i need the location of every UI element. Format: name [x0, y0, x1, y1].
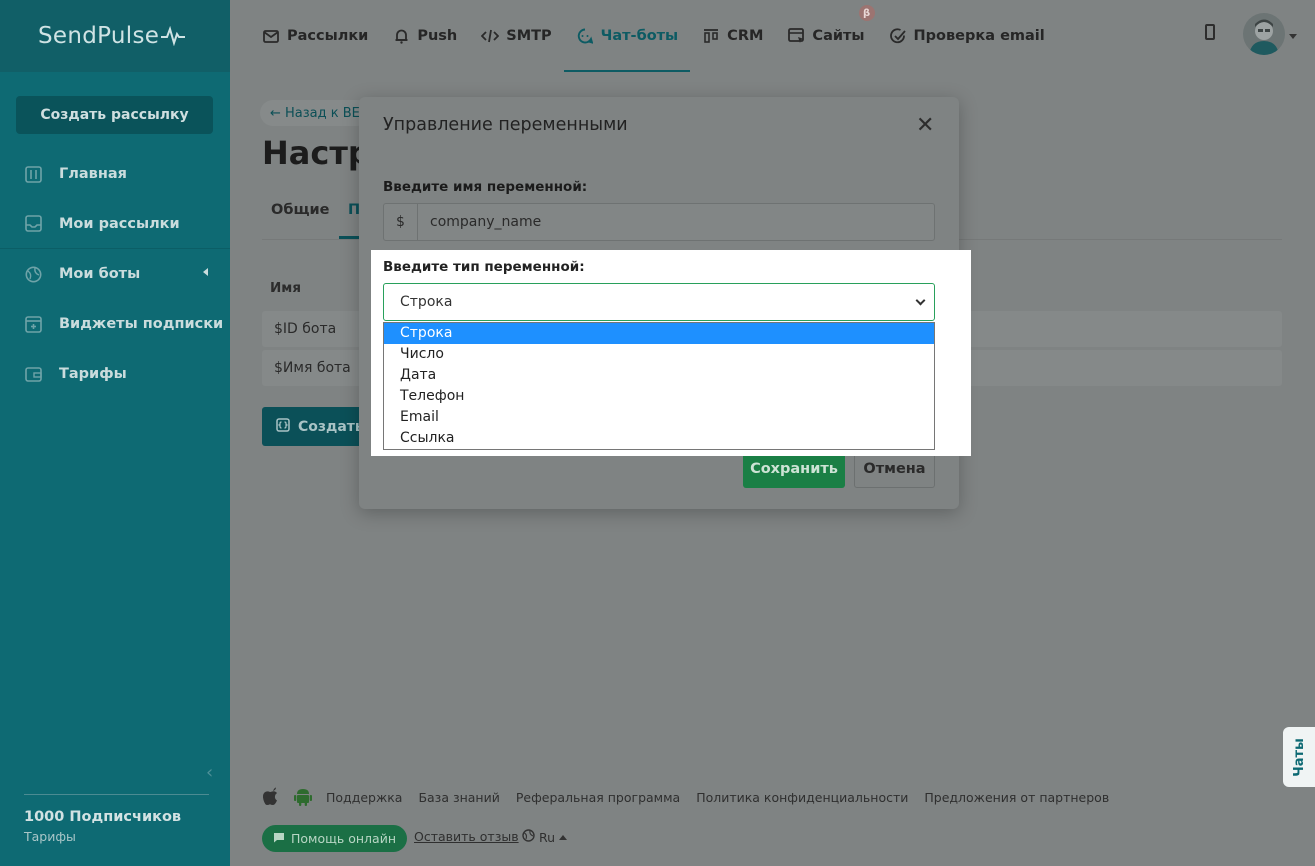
option-phone[interactable]: Телефон: [384, 386, 934, 407]
variable-type-section: Введите тип переменной: Строка Строка Чи…: [371, 250, 971, 456]
android-icon[interactable]: [294, 787, 312, 807]
language-label: Ru: [539, 829, 556, 845]
row-label: $Имя бота: [274, 360, 351, 376]
check-icon: [889, 27, 907, 45]
avatar[interactable]: [1243, 13, 1285, 55]
create-variable-label: Создать: [298, 418, 364, 435]
bell-icon: [392, 27, 410, 45]
variable-type-select[interactable]: Строка: [383, 283, 935, 321]
chevron-down-icon: [915, 295, 926, 306]
variable-name-value[interactable]: company_name: [418, 204, 541, 240]
footer-link-privacy[interactable]: Политика конфиденциальности: [696, 790, 908, 805]
topnav-label: Рассылки: [287, 28, 369, 44]
braces-icon: [276, 417, 290, 436]
top-navigation-bar: Рассылки Push SMTP Чат-боты CRM Сайты β …: [230, 0, 1315, 72]
logo-area: SendPulse: [0, 0, 230, 72]
topnav-sites[interactable]: Сайты β: [775, 0, 876, 72]
dollar-prefix: $: [384, 204, 418, 240]
globe-icon: [522, 829, 535, 845]
beta-badge: β: [858, 5, 875, 21]
mail-icon: [262, 27, 280, 45]
mobile-app-icon[interactable]: [1205, 24, 1215, 40]
topnav-label: Сайты: [812, 28, 865, 44]
help-online-button[interactable]: Помощь онлайн: [262, 825, 408, 852]
option-date[interactable]: Дата: [384, 365, 934, 386]
dashboard-icon: [24, 165, 42, 183]
caret-up-icon: [559, 834, 568, 840]
apple-icon[interactable]: [262, 787, 280, 807]
topnav-crm[interactable]: CRM: [690, 0, 775, 72]
tab-general[interactable]: Общие: [271, 202, 329, 218]
chevron-down-icon[interactable]: [1289, 34, 1297, 39]
close-icon[interactable]: ✕: [916, 113, 934, 138]
footer-link-referral[interactable]: Реферальная программа: [516, 790, 680, 805]
site-icon: [787, 27, 805, 45]
topnav-label: Проверка email: [913, 28, 1045, 44]
option-email[interactable]: Email: [384, 407, 934, 428]
collapse-sidebar-icon[interactable]: ‹: [206, 762, 213, 783]
mailings-icon: [24, 215, 42, 233]
topnav-label: SMTP: [506, 28, 552, 44]
logo-text: SendPulse: [38, 23, 160, 49]
row-label: $ID бота: [274, 321, 337, 337]
globe-icon: [24, 265, 42, 283]
sidebar-nav: Главная Мои рассылки Мои боты Виджеты по…: [0, 149, 230, 399]
crm-icon: [702, 27, 720, 45]
chats-tab-label: Чаты: [1291, 737, 1307, 777]
variable-name-input[interactable]: $ company_name: [383, 203, 935, 241]
option-link[interactable]: Ссылка: [384, 428, 934, 449]
footer-links: Поддержка База знаний Реферальная програ…: [262, 787, 1125, 807]
option-number[interactable]: Число: [384, 344, 934, 365]
pulse-icon: [161, 26, 186, 46]
chevron-left-icon: [203, 268, 208, 276]
sidebar-item-home[interactable]: Главная: [0, 149, 230, 199]
sidebar-item-mailings[interactable]: Мои рассылки: [0, 199, 230, 249]
sidebar-item-label: Мои боты: [59, 266, 141, 282]
topnav-smtp[interactable]: SMTP: [469, 0, 563, 72]
topnav-mailings[interactable]: Рассылки: [250, 0, 380, 72]
sidebar-item-label: Виджеты подписки: [59, 316, 224, 332]
variable-type-options: Строка Число Дата Телефон Email Ссылка: [383, 322, 935, 450]
variable-name-label: Введите имя переменной:: [383, 179, 588, 195]
chat-icon: [576, 27, 594, 45]
topnav-chatbots[interactable]: Чат-боты: [563, 0, 691, 72]
column-header-name: Имя: [270, 280, 302, 296]
widget-icon: [24, 315, 42, 333]
code-icon: [481, 27, 500, 45]
top-nav: Рассылки Push SMTP Чат-боты CRM Сайты β …: [250, 0, 1057, 72]
sidebar-item-bots[interactable]: Мои боты: [0, 249, 230, 299]
variable-type-label: Введите тип переменной:: [383, 259, 585, 275]
subscribers-count: 1000 Подписчиков: [24, 809, 182, 825]
chats-tab[interactable]: Чаты: [1283, 727, 1315, 787]
subscription-info: 1000 Подписчиков Тарифы: [24, 794, 209, 844]
create-mailing-button[interactable]: Создать рассылку: [16, 96, 213, 134]
sidebar: SendPulse Создать рассылку Главная Мои р…: [0, 0, 230, 866]
sendpulse-logo[interactable]: SendPulse: [38, 23, 186, 49]
wallet-icon: [24, 365, 42, 383]
modal-title: Управление переменными: [383, 115, 628, 135]
topnav-email-verification[interactable]: Проверка email: [877, 0, 1057, 72]
tariffs-link[interactable]: Тарифы: [24, 829, 209, 844]
sidebar-item-label: Главная: [59, 166, 127, 182]
footer-link-support[interactable]: Поддержка: [326, 790, 402, 805]
selected-type-value: Строка: [400, 294, 453, 310]
option-string[interactable]: Строка: [384, 323, 934, 344]
sidebar-item-label: Тарифы: [59, 366, 127, 382]
topnav-push[interactable]: Push: [380, 0, 469, 72]
back-link[interactable]: ← Назад к ВЕ: [260, 100, 370, 126]
feedback-link[interactable]: Оставить отзыв: [414, 829, 519, 844]
sidebar-item-label: Мои рассылки: [59, 215, 180, 232]
topnav-label: CRM: [727, 28, 764, 44]
sidebar-item-tariffs[interactable]: Тарифы: [0, 349, 230, 399]
topnav-label: Push: [417, 28, 458, 44]
footer-link-partners[interactable]: Предложения от партнеров: [924, 790, 1109, 805]
chat-bubble-icon: [273, 831, 285, 846]
sidebar-item-widgets[interactable]: Виджеты подписки: [0, 299, 230, 349]
topnav-label: Чат-боты: [600, 28, 679, 44]
help-online-label: Помощь онлайн: [291, 831, 397, 846]
create-variable-button[interactable]: Создать: [262, 407, 372, 446]
footer-link-knowledge-base[interactable]: База знаний: [418, 790, 499, 805]
language-selector[interactable]: Ru: [522, 829, 568, 845]
